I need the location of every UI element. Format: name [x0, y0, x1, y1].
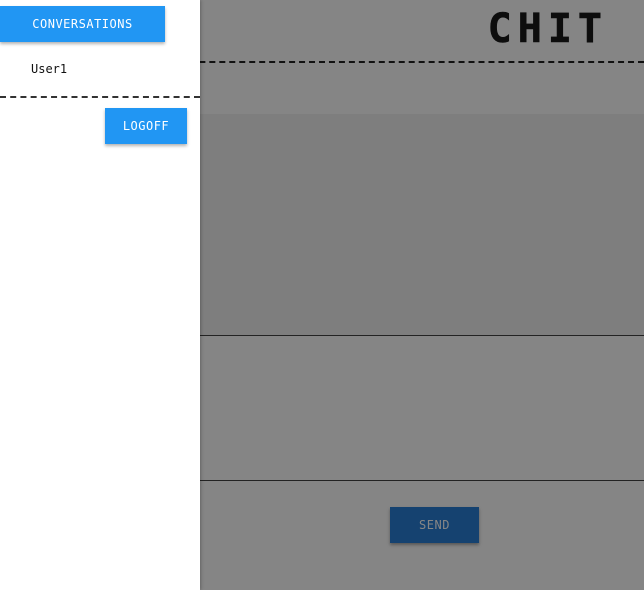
conversations-button[interactable]: CONVERSATIONS — [0, 6, 165, 42]
logoff-button[interactable]: LOGOFF — [105, 108, 187, 144]
user-list-item[interactable]: User1 — [31, 62, 67, 76]
drawer-divider — [0, 96, 200, 98]
navigation-drawer: CONVERSATIONS User1 LOGOFF — [0, 0, 200, 590]
